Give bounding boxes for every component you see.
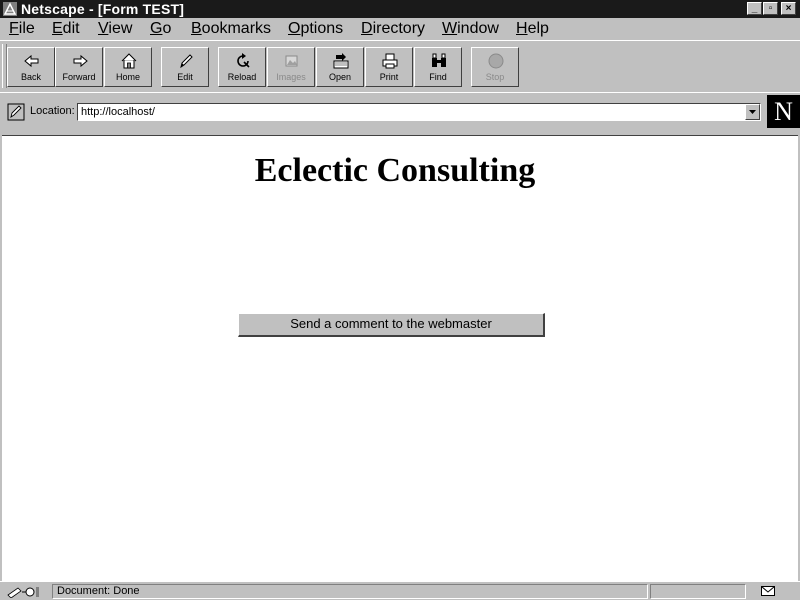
images-icon (285, 55, 298, 67)
open-button[interactable]: Open (316, 47, 364, 87)
location-label: Location: (30, 105, 75, 117)
pencil-icon (180, 54, 193, 69)
page-content: Eclectic Consulting Send a comment to th… (2, 135, 798, 582)
menu-window[interactable]: Window (442, 20, 499, 38)
images-button[interactable]: Images (267, 47, 315, 87)
netscape-logo[interactable]: N (767, 95, 800, 128)
images-label: Images (276, 72, 306, 82)
edit-label: Edit (177, 72, 193, 82)
minimize-button[interactable]: _ (747, 2, 762, 15)
reload-button[interactable]: Reload (218, 47, 266, 87)
find-label: Find (429, 72, 447, 82)
window-title: Netscape - [Form TEST] (21, 1, 185, 17)
page-heading: Eclectic Consulting (254, 152, 536, 189)
printer-icon (382, 53, 398, 69)
title-bar[interactable]: Netscape - [Form TEST] _ ▫ × (0, 0, 800, 18)
location-bar: Location: http://localhost/ (0, 92, 800, 132)
status-bar: Document: Done (0, 581, 800, 600)
close-button[interactable]: × (781, 2, 796, 15)
navigation-toolbar: Back Forward Home Edit Reload Images Ope… (0, 40, 800, 92)
back-label: Back (20, 72, 41, 82)
home-button[interactable]: Home (104, 47, 152, 87)
chevron-down-icon (749, 110, 756, 114)
forward-label: Forward (62, 72, 96, 82)
stop-icon (488, 53, 504, 69)
send-comment-button[interactable]: Send a comment to the webmaster (238, 313, 545, 337)
progress-panel (650, 584, 746, 599)
edit-button[interactable]: Edit (161, 47, 209, 87)
binoculars-icon (432, 53, 446, 67)
menu-help[interactable]: Help (516, 20, 549, 38)
print-button[interactable]: Print (365, 47, 413, 87)
menu-go[interactable]: Go (150, 20, 171, 38)
forward-button[interactable]: Forward (55, 47, 103, 87)
menu-bookmarks[interactable]: Bookmarks (191, 20, 271, 38)
find-button[interactable]: Find (414, 47, 462, 87)
netscape-app-icon (3, 2, 17, 16)
menu-bar: File Edit View Go Bookmarks Options Dire… (0, 18, 800, 40)
home-icon (121, 53, 137, 69)
back-button[interactable]: Back (7, 47, 55, 87)
reload-label: Reload (227, 72, 257, 82)
location-history-dropdown[interactable] (745, 104, 760, 120)
stop-label: Stop (485, 72, 505, 82)
open-label: Open (328, 72, 352, 82)
bookmark-quickfile-icon[interactable] (7, 103, 25, 121)
menu-file[interactable]: File (9, 20, 35, 38)
location-input[interactable]: http://localhost/ (77, 103, 761, 121)
back-arrow-icon (24, 54, 39, 68)
security-key-icon[interactable] (6, 585, 40, 598)
reload-icon (237, 53, 250, 68)
status-message-panel: Document: Done (52, 584, 648, 599)
forward-arrow-icon (73, 54, 88, 68)
menu-options[interactable]: Options (288, 20, 343, 38)
menu-view[interactable]: View (98, 20, 132, 38)
menu-edit[interactable]: Edit (52, 20, 80, 38)
restore-button[interactable]: ▫ (763, 2, 778, 15)
open-location-icon (333, 53, 349, 69)
home-label: Home (115, 72, 140, 82)
print-label: Print (379, 72, 399, 82)
menu-directory[interactable]: Directory (361, 20, 425, 38)
mail-envelope-icon[interactable] (761, 586, 775, 596)
status-message: Document: Done (57, 585, 140, 597)
stop-button[interactable]: Stop (471, 47, 519, 87)
